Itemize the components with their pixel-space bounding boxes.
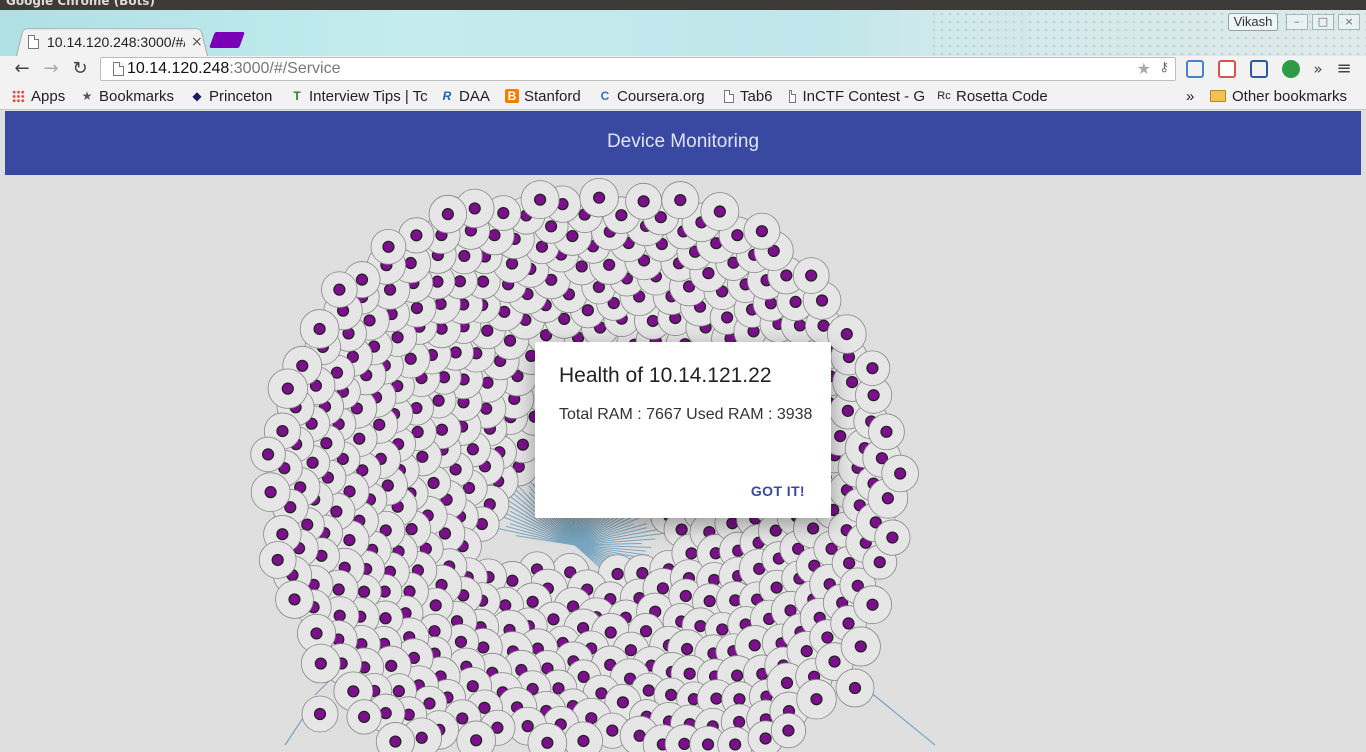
profile-button[interactable]: Vikash — [1228, 13, 1278, 31]
window-title: Google Chrome (Bots) — [6, 0, 155, 8]
device-node — [874, 519, 911, 556]
star-icon: ★ — [81, 89, 93, 103]
extension-folder-icon[interactable] — [1186, 60, 1204, 78]
bookmark-coursera[interactable]: C Coursera.org — [598, 87, 705, 105]
url-text: 10.14.120.248:3000/#/Service — [127, 60, 341, 77]
r-icon: R — [442, 89, 452, 103]
device-node — [700, 192, 740, 231]
extension-calendar-icon[interactable] — [1218, 60, 1236, 78]
page-icon — [789, 89, 797, 103]
app-title: Device Monitoring — [606, 131, 760, 152]
extensions-overflow-button[interactable]: » — [1307, 56, 1329, 82]
new-tab-button[interactable] — [209, 32, 245, 48]
device-node — [258, 541, 297, 579]
device-node — [796, 679, 837, 720]
bookmark-princeton[interactable]: ◆ Princeton — [190, 87, 272, 105]
minimize-button[interactable]: – — [1286, 14, 1308, 30]
device-node — [625, 182, 663, 220]
device-node — [579, 177, 619, 218]
device-node — [370, 228, 407, 265]
device-node — [770, 712, 807, 749]
page-viewport: Device Monitoring Health of 10.14.121.22… — [5, 111, 1361, 752]
os-top-bar: Google Chrome (Bots) — [0, 0, 1366, 10]
tab-strip: 10.14.120.248:3000/#/Service × Vikash – … — [0, 10, 1366, 56]
folder-icon — [1210, 90, 1226, 102]
device-node — [301, 695, 339, 733]
device-node — [250, 472, 291, 512]
bookmark-apps[interactable]: Apps — [12, 87, 65, 105]
device-node — [520, 180, 560, 220]
device-node — [267, 368, 308, 409]
graph-link — [284, 714, 306, 746]
address-bar[interactable]: 10.14.120.248:3000/#/Service ★ ⚷ — [100, 57, 1176, 81]
close-window-button[interactable]: × — [1338, 14, 1360, 30]
bookmark-star-icon[interactable]: ★ — [1137, 59, 1151, 78]
diamond-icon: ◆ — [192, 89, 202, 103]
device-node — [428, 194, 468, 234]
device-node — [868, 413, 905, 451]
tab-close-icon[interactable]: × — [191, 34, 203, 50]
extension-screen-icon[interactable] — [1250, 60, 1268, 78]
app-bar: Device Monitoring — [5, 111, 1361, 175]
bookmarks-overflow-button[interactable]: » — [1186, 87, 1194, 105]
device-node — [321, 271, 358, 308]
bookmark-tab6[interactable]: Tab6 — [724, 87, 773, 105]
t-icon: T — [293, 89, 301, 103]
bookmark-bookmarks[interactable]: ★ Bookmarks — [80, 87, 174, 105]
device-node — [881, 454, 919, 493]
device-node — [835, 668, 875, 708]
tab-content[interactable]: 10.14.120.248:3000/#/Service × — [24, 30, 204, 54]
apps-grid-icon — [12, 89, 25, 103]
tab-title: 10.14.120.248:3000/#/Service — [47, 34, 185, 50]
device-node — [275, 580, 314, 619]
browser-window: 10.14.120.248:3000/#/Service × Vikash – … — [0, 10, 1366, 752]
forward-button[interactable]: → — [40, 56, 62, 82]
key-icon[interactable]: ⚷ — [1159, 60, 1169, 75]
device-node — [299, 309, 340, 349]
page-icon — [113, 62, 124, 76]
bookmark-daa[interactable]: R DAA — [440, 87, 490, 105]
browser-toolbar: ← → ↻ 10.14.120.248:3000/#/Service ★ ⚷ »… — [0, 56, 1366, 82]
bookmarks-bar: Apps ★ Bookmarks ◆ Princeton T Interview Ti… — [0, 82, 1366, 110]
device-node — [854, 350, 891, 387]
bookmark-rosetta-code[interactable]: Rc Rosetta Code — [937, 87, 1047, 105]
rosetta-icon: Rc — [937, 90, 951, 102]
bookmark-interview-tips[interactable]: T Interview Tips | Tc — [290, 87, 430, 105]
back-button[interactable]: ← — [11, 56, 33, 82]
bookmark-inctf[interactable]: InCTF Contest - G — [789, 87, 925, 105]
device-node — [300, 643, 341, 684]
extension-ld-icon[interactable] — [1282, 60, 1300, 78]
dialog-title: Health of 10.14.121.22 — [559, 364, 772, 387]
blogger-icon: B — [505, 89, 519, 103]
health-dialog: Health of 10.14.121.22 Total RAM : 7667 … — [535, 342, 831, 518]
device-node — [827, 314, 867, 354]
device-node — [346, 699, 382, 735]
maximize-button[interactable]: □ — [1312, 14, 1334, 30]
device-node — [792, 257, 830, 294]
got-it-button[interactable]: GOT IT! — [751, 483, 805, 499]
reload-button[interactable]: ↻ — [69, 56, 91, 82]
page-icon — [724, 89, 734, 103]
device-node — [250, 436, 286, 473]
other-bookmarks[interactable]: Other bookmarks — [1210, 87, 1347, 105]
device-node — [743, 212, 781, 250]
chrome-menu-icon[interactable]: ≡ — [1333, 56, 1355, 82]
page-favicon-icon — [28, 35, 39, 49]
dialog-body: Total RAM : 7667 Used RAM : 3938 — [559, 406, 813, 423]
device-node — [661, 181, 700, 220]
coursera-icon: C — [600, 89, 610, 103]
bookmark-stanford[interactable]: B Stanford — [505, 87, 581, 105]
device-node — [840, 626, 881, 667]
device-node — [853, 585, 892, 625]
